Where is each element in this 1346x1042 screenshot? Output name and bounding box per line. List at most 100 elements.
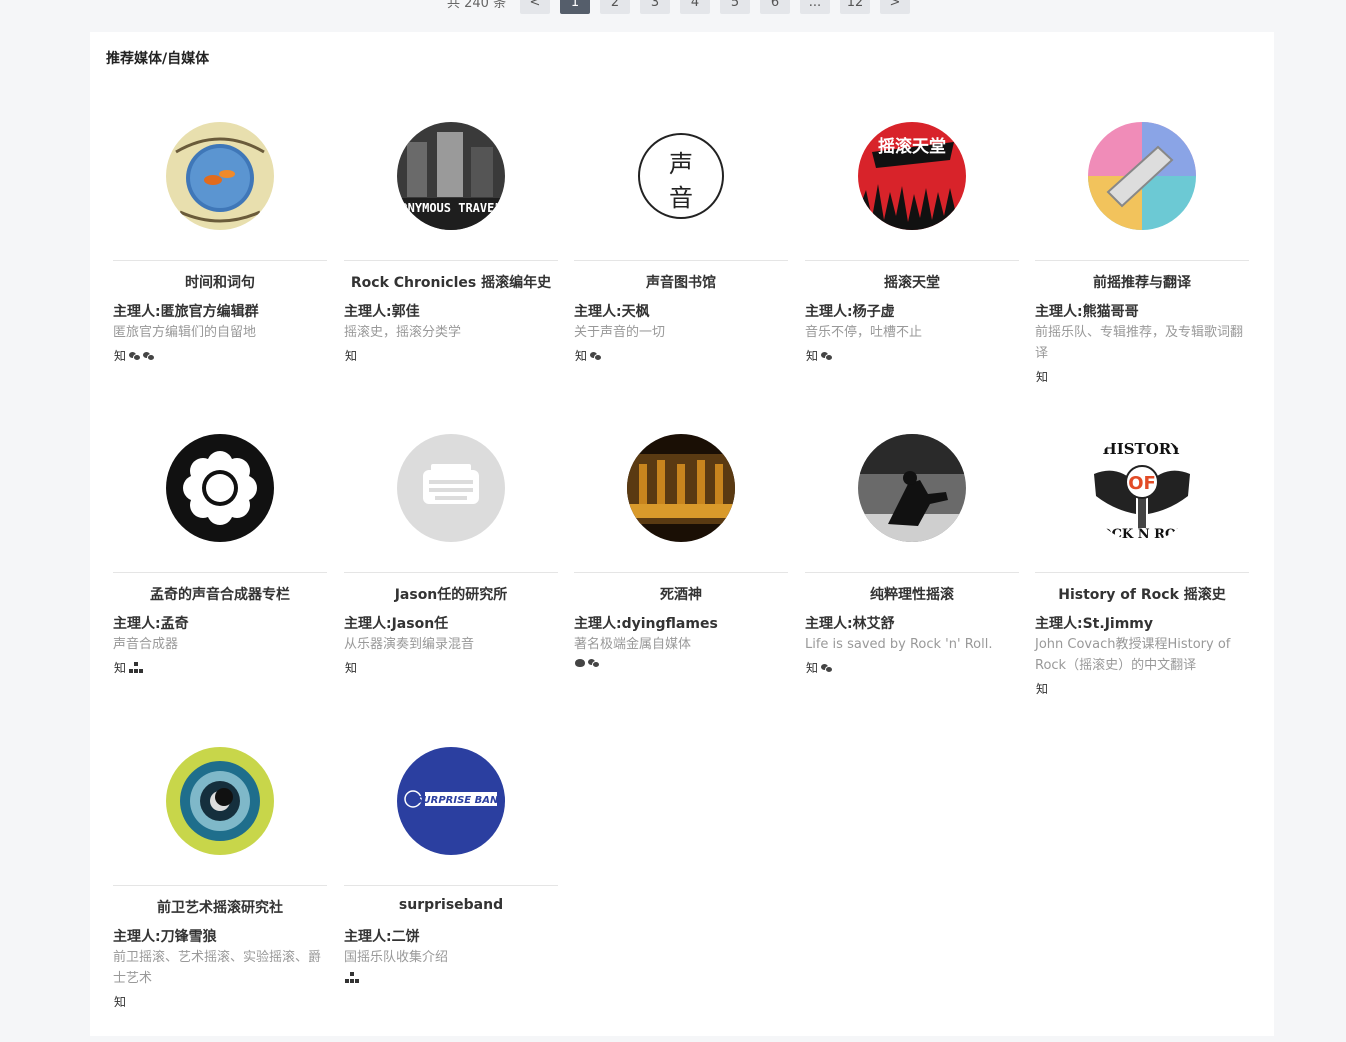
- page-button-5[interactable]: 5: [720, 0, 750, 14]
- weibo-icon[interactable]: [575, 659, 585, 667]
- card-description: Life is saved by Rock 'n' Roll.: [805, 637, 993, 652]
- card-title[interactable]: History of Rock 摇滚史: [1035, 584, 1249, 604]
- zhihu-icon[interactable]: 知: [1036, 368, 1048, 385]
- card-avatar[interactable]: [166, 122, 274, 230]
- card-avatar[interactable]: HISTORY OF ROCK N ROLL: [1088, 434, 1196, 542]
- card-platform-icons: 知: [806, 347, 834, 364]
- card-avatar[interactable]: [397, 434, 505, 542]
- zhihu-icon[interactable]: 知: [806, 659, 818, 676]
- card-owner: 主理人:孟奇: [113, 616, 189, 632]
- zhihu-icon[interactable]: 知: [114, 993, 126, 1010]
- zhihu-icon[interactable]: 知: [114, 347, 126, 364]
- card-avatar[interactable]: [1088, 122, 1196, 230]
- card-description: John Covach教授课程History of Rock（摇滚史）的中文翻译: [1035, 637, 1231, 673]
- card-title[interactable]: Jason任的研究所: [344, 584, 558, 604]
- card-avatar[interactable]: [166, 434, 274, 542]
- card-owner: 主理人:匿旅官方编辑群: [113, 304, 259, 320]
- card-description: 音乐不停，吐槽不止: [805, 325, 923, 340]
- card-description: 摇滚史，摇滚分类学: [344, 325, 462, 340]
- page-button-4[interactable]: 4: [680, 0, 710, 14]
- card-avatar[interactable]: [858, 434, 966, 542]
- card-avatar[interactable]: ANONYMOUS TRAVELER: [397, 122, 505, 230]
- page-ellipsis-button[interactable]: ...: [800, 0, 830, 14]
- card-divider: [1035, 260, 1249, 261]
- card-divider: [805, 572, 1019, 573]
- wechat-icon[interactable]: [821, 351, 834, 361]
- zhihu-icon[interactable]: 知: [1036, 680, 1048, 697]
- card-avatar[interactable]: 声 音: [627, 122, 735, 230]
- card-title[interactable]: 时间和词句: [113, 272, 327, 292]
- card-divider: [1035, 572, 1249, 573]
- card-platform-icons: 知: [345, 347, 357, 364]
- card-owner: 主理人:二饼: [344, 929, 420, 945]
- zhihu-icon[interactable]: 知: [345, 659, 357, 676]
- card-title[interactable]: Rock Chronicles 摇滚编年史: [344, 272, 558, 292]
- card-description: 国摇乐队收集介绍: [344, 950, 449, 965]
- card-avatar[interactable]: SURPRISE BAND: [397, 747, 505, 855]
- card-description: 从乐器演奏到编录混音: [344, 637, 475, 652]
- avatar-10-mid-text: OF: [1128, 473, 1156, 494]
- avatar-3-bottom-text: 音: [669, 184, 693, 212]
- card-title[interactable]: 纯粹理性摇滚: [805, 584, 1019, 604]
- card-title[interactable]: surpriseband: [344, 897, 558, 913]
- card-description: 著名极端金属自媒体: [574, 637, 692, 652]
- zhihu-icon[interactable]: 知: [806, 347, 818, 364]
- card-divider: [344, 572, 558, 573]
- zhihu-icon[interactable]: 知: [345, 347, 357, 364]
- page-button-12[interactable]: 12: [840, 0, 870, 14]
- prev-page-button[interactable]: <: [520, 0, 550, 14]
- wechat-icon[interactable]: [821, 663, 834, 673]
- card-platform-icons: 知: [114, 347, 156, 364]
- pagination-total: 共 240 条: [447, 0, 507, 11]
- zhihu-icon[interactable]: 知: [114, 659, 126, 676]
- page-button-6[interactable]: 6: [760, 0, 790, 14]
- sitemap-icon[interactable]: [129, 662, 144, 673]
- card-description: 前摇乐队、专辑推荐，及专辑歌词翻译: [1035, 325, 1244, 361]
- card-platform-icons: 知: [114, 659, 144, 676]
- wechat-icon[interactable]: [588, 659, 600, 668]
- media-panel: 推荐媒体/自媒体 时间和词句 主理人:匿旅官方编辑群 匿旅官方编辑们的自留地 知: [90, 32, 1274, 1036]
- page-button-2[interactable]: 2: [600, 0, 630, 14]
- section-title: 推荐媒体/自媒体: [106, 51, 210, 67]
- pagination: 共 240 条 < 1 2 3 4 5 6 ... 12 >: [0, 0, 1346, 14]
- card-title[interactable]: 死酒神: [574, 584, 788, 604]
- avatar-10-top-text: HISTORY: [1103, 440, 1182, 458]
- card-owner: 主理人:熊猫哥哥: [1035, 304, 1139, 320]
- card-description: 前卫摇滚、艺术摇滚、实验摇滚、爵士艺术: [113, 950, 322, 986]
- card-owner: 主理人:天枫: [574, 304, 650, 320]
- card-owner: 主理人:杨子虚: [805, 304, 895, 320]
- page-button-1[interactable]: 1: [560, 0, 590, 14]
- card-avatar[interactable]: 摇滚天堂: [858, 122, 966, 230]
- card-title[interactable]: 孟奇的声音合成器专栏: [113, 584, 327, 604]
- page-button-3[interactable]: 3: [640, 0, 670, 14]
- zhihu-icon[interactable]: 知: [575, 347, 587, 364]
- card-divider: [113, 885, 327, 886]
- sitemap-icon[interactable]: [345, 972, 359, 983]
- card-divider: [344, 260, 558, 261]
- card-owner: 主理人:Jason任: [344, 616, 449, 632]
- card-platform-icons: 知: [1036, 680, 1048, 697]
- card-title[interactable]: 前摇推荐与翻译: [1035, 272, 1249, 292]
- card-divider: [113, 572, 327, 573]
- card-avatar[interactable]: [166, 747, 274, 855]
- card-divider: [574, 572, 788, 573]
- card-platform-icons: [575, 659, 600, 668]
- avatar-12-text: SURPRISE BAND: [415, 795, 505, 806]
- card-owner: 主理人:林艾舒: [805, 616, 895, 632]
- card-description: 声音合成器: [113, 637, 179, 652]
- card-divider: [805, 260, 1019, 261]
- next-page-button[interactable]: >: [880, 0, 910, 14]
- avatar-4-text: 摇滚天堂: [878, 136, 946, 157]
- card-owner: 主理人:郭佳: [344, 304, 420, 320]
- wechat-icon[interactable]: [129, 351, 142, 361]
- card-avatar[interactable]: [627, 434, 735, 542]
- card-platform-icons: 知: [1036, 368, 1048, 385]
- card-description: 匿旅官方编辑们的自留地: [113, 325, 257, 340]
- card-title[interactable]: 前卫艺术摇滚研究社: [113, 897, 327, 917]
- card-owner: 主理人:dyingflames: [574, 616, 718, 632]
- card-platform-icons: 知: [806, 659, 834, 676]
- card-title[interactable]: 声音图书馆: [574, 272, 788, 292]
- wechat-icon[interactable]: [590, 351, 603, 361]
- card-title[interactable]: 摇滚天堂: [805, 272, 1019, 292]
- wechat-icon[interactable]: [143, 351, 156, 361]
